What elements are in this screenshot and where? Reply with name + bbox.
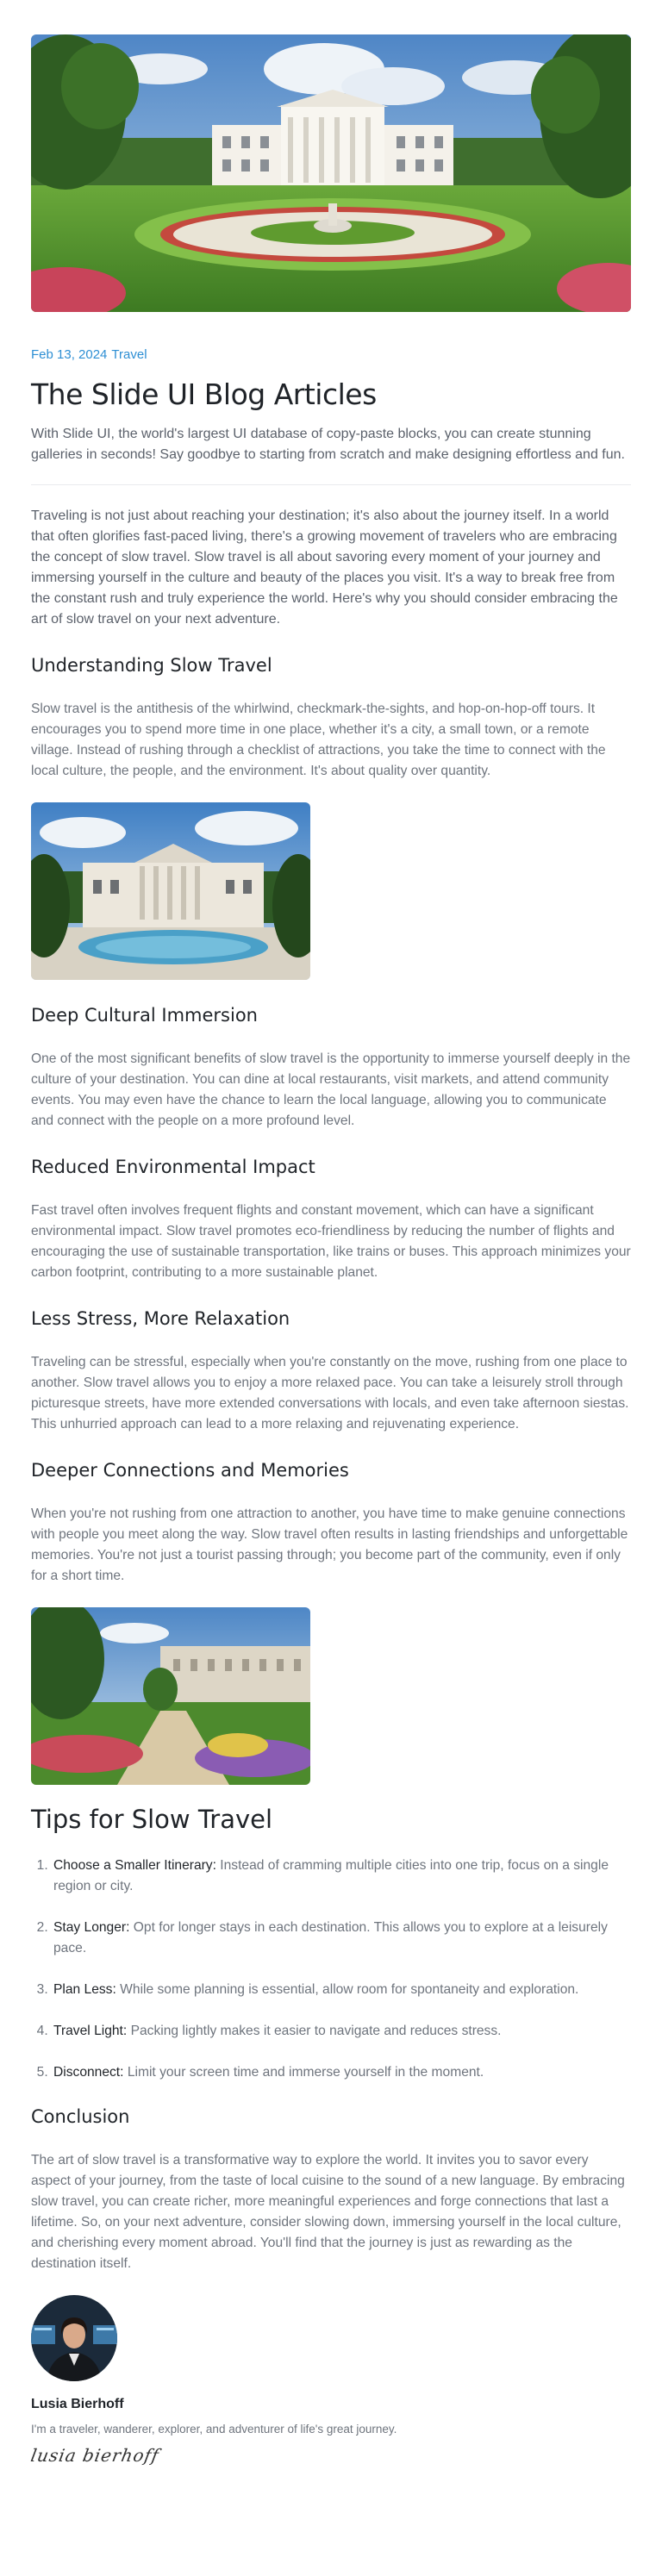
tip-term: Stay Longer: [53,1920,130,1935]
section-body: Slow travel is the antithesis of the whi… [31,702,606,778]
hero-image [31,34,631,312]
section-heading: Deep Cultural Immersion [31,1005,258,1026]
page-title: The Slide UI Blog Articles [31,377,377,411]
list-item: Choose a Smaller Itinerary: Instead of c… [52,1856,631,1897]
tip-text: Packing lightly makes it easier to navig… [130,2024,502,2038]
conclusion-body: The art of slow travel is a transformati… [31,2153,625,2271]
tip-text: While some planning is essential, allow … [120,1982,579,1997]
avatar [31,2295,117,2381]
section-heading: Reduced Environmental Impact [31,1157,315,1177]
author-signature: lusia bierhoff [28,2445,161,2466]
list-item: Stay Longer: Opt for longer stays in eac… [52,1918,631,1959]
section-heading: Deeper Connections and Memories [31,1460,349,1481]
tips-heading: Tips for Slow Travel [31,1805,273,1834]
divider [31,484,631,485]
list-item: Travel Light: Packing lightly makes it e… [52,2021,631,2042]
tip-term: Travel Light: [53,2024,128,2038]
section-heading: Less Stress, More Relaxation [31,1308,290,1329]
tip-term: Choose a Smaller Itinerary: [53,1858,216,1873]
tip-text: Opt for longer stays in each destination… [53,1920,608,1955]
section-heading: Understanding Slow Travel [31,655,272,676]
section-body: Traveling can be stressful, especially w… [31,1355,629,1431]
section-body: Fast travel often involves frequent flig… [31,1203,631,1280]
post-meta: Feb 13, 2024 Travel [31,346,631,364]
intro-paragraph: Traveling is not just about reaching you… [31,508,618,627]
section-body: One of the most significant benefits of … [31,1051,631,1128]
tip-text: Limit your screen time and immerse yours… [127,2065,484,2080]
article-image-garden [31,1607,310,1785]
post-category[interactable]: Travel [111,347,147,362]
article-image-mansion [31,802,310,980]
lead-paragraph: With Slide UI, the world's largest UI da… [31,427,625,462]
tip-term: Plan Less: [53,1982,116,1997]
section-body: When you're not rushing from one attract… [31,1506,628,1583]
list-item: Plan Less: While some planning is essent… [52,1980,631,2000]
list-item: Disconnect: Limit your screen time and i… [52,2062,631,2083]
tip-term: Disconnect: [53,2065,124,2080]
author-name: Lusia Bierhoff [31,2397,124,2411]
article: Feb 13, 2024 Travel The Slide UI Blog Art… [28,0,631,2466]
author-bio: I'm a traveler, wanderer, explorer, and … [31,2423,397,2436]
conclusion-heading: Conclusion [31,2106,130,2127]
tips-list: Choose a Smaller Itinerary: Instead of c… [31,1856,631,2083]
post-date: Feb 13, 2024 [31,347,108,362]
